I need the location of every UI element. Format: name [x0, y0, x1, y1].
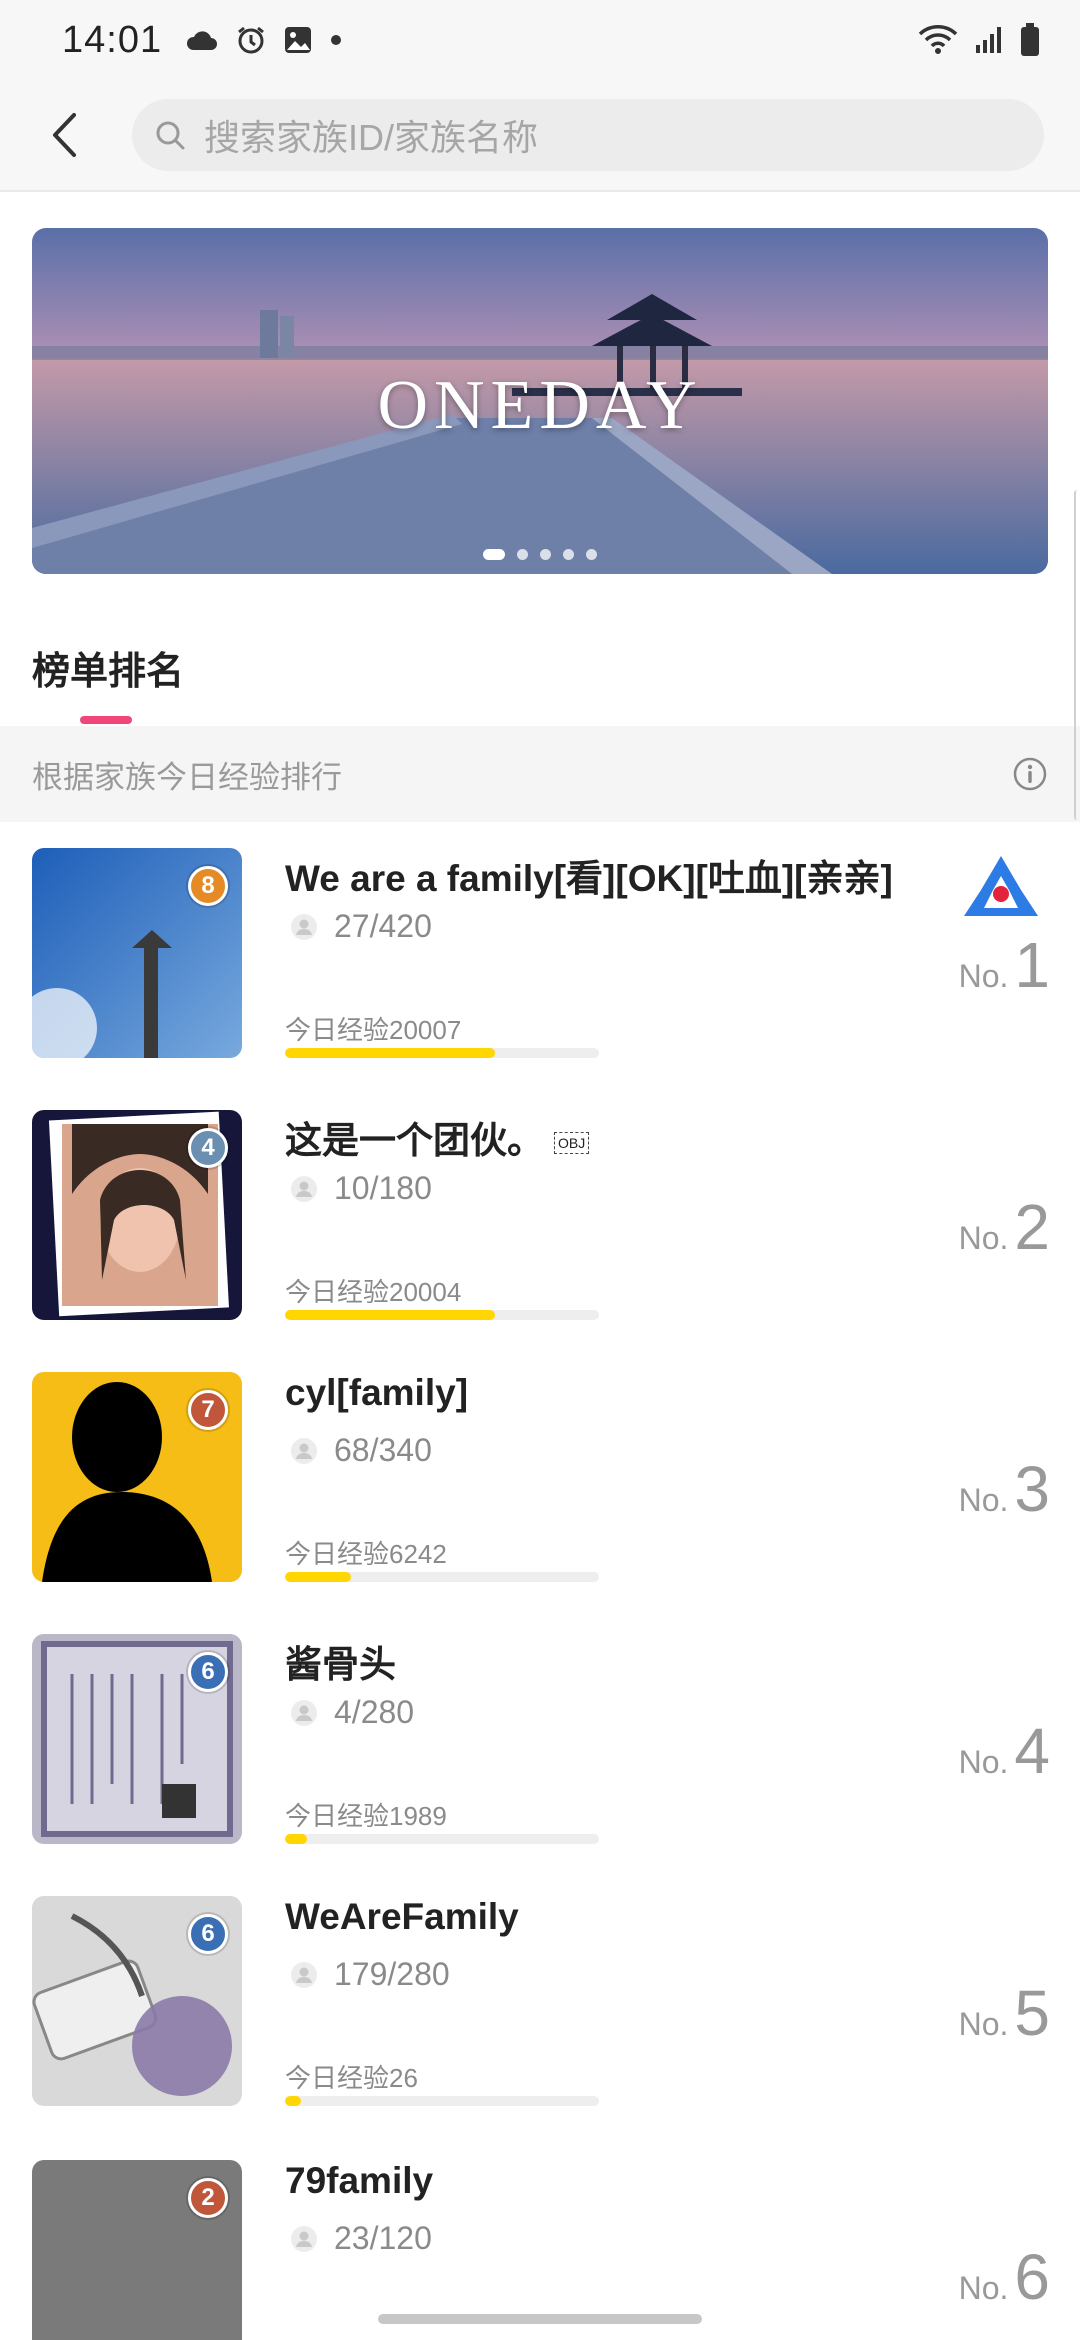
list-item[interactable]: 2 79family 23/120 No. 6 [0, 2160, 1080, 2340]
level-badge: 6 [188, 1652, 228, 1692]
today-exp-label: 今日经验6242 [285, 1539, 447, 1569]
signal-icon [974, 25, 1004, 55]
back-button[interactable] [32, 103, 96, 167]
family-ranking-screen: 14:01 搜索家族ID/家族名称 ONEDAY 榜单排名 根据家族今日经验排行… [0, 0, 1080, 2340]
exp-progress-bar [285, 1310, 599, 1320]
family-name: 这是一个团伙。 OBJ [285, 1110, 590, 1164]
exp-progress-bar [285, 1834, 599, 1844]
carousel-dot[interactable] [563, 549, 574, 560]
list-item[interactable]: 8 We are a family[看][OK][吐血][亲亲] 27/420 … [0, 848, 1080, 1110]
top-bar: 搜索家族ID/家族名称 [0, 80, 1080, 192]
person-icon [290, 1699, 318, 1727]
search-icon [154, 119, 186, 151]
member-count: 4/280 [290, 1694, 414, 1731]
family-name: cyl[family] [285, 1372, 469, 1413]
family-name: 酱骨头 [285, 1644, 396, 1685]
rank-number: 6 [1014, 2241, 1050, 2313]
rank-label: No. 4 [958, 1715, 1050, 1787]
rank-number: 3 [1014, 1453, 1050, 1525]
exp-progress-bar [285, 1048, 599, 1058]
exp-progress-fill [285, 1572, 351, 1582]
list-item[interactable]: 6 WeAreFamily 179/280 今日经验26 No. 5 [0, 1896, 1080, 2158]
rank-label: No. 2 [958, 1191, 1050, 1263]
scrollbar[interactable] [1074, 490, 1080, 820]
search-input[interactable]: 搜索家族ID/家族名称 [132, 99, 1044, 171]
family-avatar: 8 [32, 848, 242, 1058]
wifi-icon [918, 24, 958, 56]
exp-progress-fill [285, 1048, 496, 1058]
member-count: 10/180 [290, 1170, 432, 1207]
member-count: 27/420 [290, 908, 432, 945]
ranking-description: 根据家族今日经验排行 [32, 759, 342, 795]
info-icon[interactable] [1012, 756, 1048, 792]
rank-label: No. 6 [958, 2241, 1050, 2313]
object-placeholder-icon: OBJ [554, 1132, 590, 1155]
rank-label: No. 5 [958, 1977, 1050, 2049]
ranking-info-bar: 根据家族今日经验排行 [0, 726, 1080, 822]
family-avatar: 4 [32, 1110, 242, 1320]
family-name: We are a family[看][OK][吐血][亲亲] [285, 858, 893, 899]
search-placeholder: 搜索家族ID/家族名称 [204, 117, 539, 158]
family-name: WeAreFamily [285, 1896, 519, 1937]
rank-number: 2 [1014, 1191, 1050, 1263]
member-count: 179/280 [290, 1956, 450, 1993]
member-count: 23/120 [290, 2220, 432, 2257]
rank-number: 1 [1014, 929, 1050, 1001]
family-avatar: 6 [32, 1896, 242, 2106]
carousel-dot[interactable] [483, 549, 505, 560]
cloud-icon [184, 29, 218, 51]
floating-app-logo-icon[interactable] [960, 852, 1042, 929]
rank-label: No. 1 [958, 929, 1050, 1001]
carousel-dot[interactable] [540, 549, 551, 560]
list-item[interactable]: 4 这是一个团伙。 OBJ 10/180 今日经验20004 No. 2 [0, 1110, 1080, 1372]
status-time: 14:01 [62, 18, 163, 61]
battery-icon [1020, 23, 1040, 57]
level-badge: 2 [188, 2178, 228, 2218]
family-avatar: 2 [32, 2160, 242, 2340]
exp-progress-fill [285, 1834, 307, 1844]
today-exp-label: 今日经验20007 [285, 1015, 462, 1045]
carousel-dot[interactable] [517, 549, 528, 560]
today-exp-label: 今日经验26 [285, 2063, 418, 2093]
home-indicator[interactable] [378, 2314, 702, 2324]
family-name: 79family [285, 2160, 434, 2201]
tab-ranking-label: 榜单排名 [32, 651, 185, 693]
today-exp-label: 今日经验20004 [285, 1277, 462, 1307]
person-icon [290, 2225, 318, 2253]
banner-title: ONEDAY [377, 367, 703, 444]
tab-active-indicator [80, 716, 132, 724]
exp-progress-bar [285, 1572, 599, 1582]
list-item[interactable]: 7 cyl[family] 68/340 今日经验6242 No. 3 [0, 1372, 1080, 1634]
level-badge: 8 [188, 866, 228, 906]
person-icon [290, 913, 318, 941]
rank-number: 4 [1014, 1715, 1050, 1787]
exp-progress-fill [285, 1310, 496, 1320]
tab-ranking[interactable]: 榜单排名 [32, 640, 185, 724]
status-bar: 14:01 [0, 0, 1080, 80]
promo-banner[interactable]: ONEDAY [32, 228, 1048, 574]
level-badge: 4 [188, 1128, 228, 1168]
rank-label: No. 3 [958, 1453, 1050, 1525]
family-avatar: 6 [32, 1634, 242, 1844]
family-avatar: 7 [32, 1372, 242, 1582]
member-count: 68/340 [290, 1432, 432, 1469]
rank-number: 5 [1014, 1977, 1050, 2049]
level-badge: 6 [188, 1914, 228, 1954]
carousel-dot[interactable] [586, 549, 597, 560]
carousel-indicator [32, 549, 1048, 560]
level-badge: 7 [188, 1390, 228, 1430]
today-exp-label: 今日经验1989 [285, 1801, 447, 1831]
dot-icon [330, 34, 342, 46]
exp-progress-bar [285, 2096, 599, 2106]
person-icon [290, 1437, 318, 1465]
image-icon [284, 26, 312, 54]
person-icon [290, 1961, 318, 1989]
exp-progress-fill [285, 2096, 301, 2106]
chevron-left-icon [53, 113, 76, 157]
person-icon [290, 1175, 318, 1203]
alarm-icon [236, 25, 266, 55]
list-item[interactable]: 6 酱骨头 4/280 今日经验1989 No. 4 [0, 1634, 1080, 1896]
